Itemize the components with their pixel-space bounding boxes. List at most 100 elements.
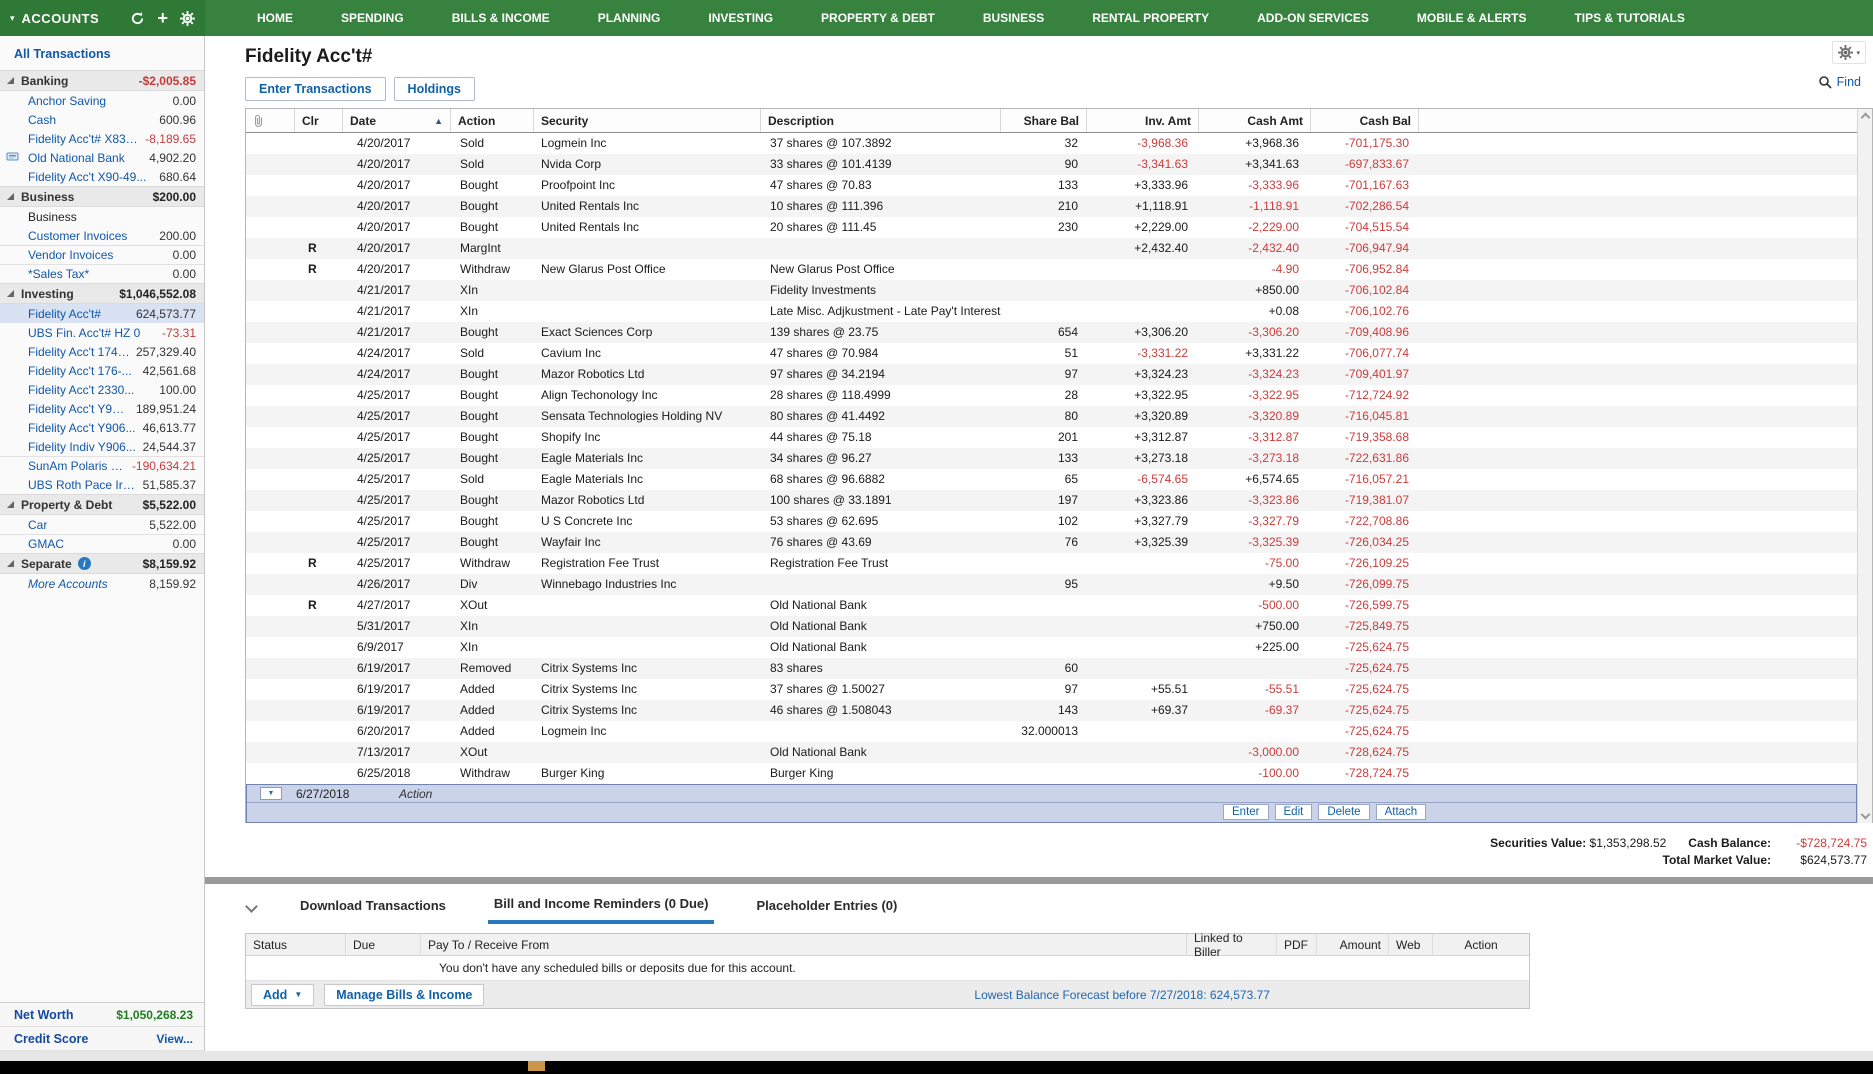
column-header-cash-bal[interactable]: Cash Bal — [1311, 109, 1419, 132]
attachment-column-header[interactable] — [246, 109, 295, 132]
sidebar-item-ubs-fin-acc-t-hz-0[interactable]: UBS Fin. Acc't# HZ 0-73.31 — [0, 323, 204, 342]
accounts-header[interactable]: ▾ ACCOUNTS + — [0, 0, 205, 36]
section-expand-icon[interactable] — [7, 560, 14, 567]
sidebar-item-vendor-invoices[interactable]: Vendor Invoices0.00 — [0, 245, 204, 264]
register-row[interactable]: 4/26/2017DivWinnebago Industries Inc95+9… — [246, 574, 1857, 595]
accounts-collapse-caret-icon[interactable]: ▾ — [10, 13, 15, 24]
nav-item-property-debt[interactable]: PROPERTY & DEBT — [821, 11, 935, 25]
column-header-cash-amt[interactable]: Cash Amt — [1199, 109, 1311, 132]
sidebar-item-fidelity-acc-t-x90-49[interactable]: Fidelity Acc't X90-49...680.64 — [0, 167, 204, 186]
account-actions-gear[interactable]: ▾ — [1832, 41, 1866, 64]
sidebar-item-car[interactable]: Car5,522.00 — [0, 515, 204, 534]
nav-item-bills-income[interactable]: BILLS & INCOME — [452, 11, 550, 25]
refresh-icon[interactable] — [130, 11, 145, 26]
section-expand-icon[interactable] — [7, 501, 14, 508]
tab-bill-and-income-reminders-0-due[interactable]: Bill and Income Reminders (0 Due) — [488, 893, 715, 924]
register-scrollbar[interactable] — [1857, 109, 1872, 823]
nav-item-rental-property[interactable]: RENTAL PROPERTY — [1092, 11, 1209, 25]
register-row[interactable]: 6/9/2017XInOld National Bank+225.00-725,… — [246, 637, 1857, 658]
column-header-clr[interactable]: Clr — [295, 109, 343, 132]
register-row[interactable]: 4/25/2017BoughtSensata Technologies Hold… — [246, 406, 1857, 427]
register-row[interactable]: R4/20/2017MargInt+2,432.40-2,432.40-706,… — [246, 238, 1857, 259]
register-row[interactable]: 4/24/2017SoldCavium Inc47 shares @ 70.98… — [246, 343, 1857, 364]
sidebar-item-cash[interactable]: Cash600.96 — [0, 110, 204, 129]
register-row[interactable]: 4/20/2017BoughtProofpoint Inc47 shares @… — [246, 175, 1857, 196]
net-worth-row[interactable]: Net Worth $1,050,268.23 — [0, 1003, 204, 1027]
nav-item-investing[interactable]: INVESTING — [708, 11, 773, 25]
sidebar-section-banking[interactable]: Banking-$2,005.85 — [0, 70, 204, 91]
scroll-down-icon[interactable] — [1860, 810, 1870, 820]
reminders-column-pdf[interactable]: PDF — [1277, 934, 1317, 955]
register-row[interactable]: 6/19/2017AddedCitrix Systems Inc37 share… — [246, 679, 1857, 700]
sidebar-item-sales-tax[interactable]: *Sales Tax*0.00 — [0, 264, 204, 283]
reminders-column-pay-to-receive-from[interactable]: Pay To / Receive From — [421, 934, 1187, 955]
register-row[interactable]: 7/13/2017XOutOld National Bank-3,000.00-… — [246, 742, 1857, 763]
entry-date-field[interactable]: 6/27/2018 — [282, 787, 390, 801]
add-account-icon[interactable]: + — [157, 9, 168, 27]
register-row[interactable]: 4/25/2017BoughtShopify Inc44 shares @ 75… — [246, 427, 1857, 448]
register-row[interactable]: 4/24/2017BoughtMazor Robotics Ltd97 shar… — [246, 364, 1857, 385]
nav-item-spending[interactable]: SPENDING — [341, 11, 404, 25]
sidebar-item-fidelity-indiv-y906[interactable]: Fidelity Indiv Y906...24,544.37 — [0, 437, 204, 456]
find-control[interactable]: Find — [1818, 75, 1861, 89]
column-header-action[interactable]: Action — [451, 109, 534, 132]
holdings-button[interactable]: Holdings — [394, 77, 475, 101]
register-row[interactable]: 4/25/2017BoughtWayfair Inc76 shares @ 43… — [246, 532, 1857, 553]
register-row[interactable]: 5/31/2017XInOld National Bank+750.00-725… — [246, 616, 1857, 637]
lowest-balance-forecast-link[interactable]: Lowest Balance Forecast before 7/27/2018… — [974, 988, 1270, 1002]
register-row[interactable]: 4/20/2017SoldLogmein Inc37 shares @ 107.… — [246, 133, 1857, 154]
reminders-column-status[interactable]: Status — [246, 934, 346, 955]
sidebar-item-more-accounts[interactable]: More Accounts8,159.92 — [0, 574, 204, 593]
tab-placeholder-entries-0[interactable]: Placeholder Entries (0) — [750, 895, 903, 922]
clr-dropdown[interactable]: ▼ — [260, 787, 282, 800]
sidebar-item-customer-invoices[interactable]: Customer Invoices200.00 — [0, 226, 204, 245]
register-row[interactable]: 4/25/2017BoughtU S Concrete Inc53 shares… — [246, 511, 1857, 532]
sidebar-section-investing[interactable]: Investing$1,046,552.08 — [0, 283, 204, 304]
manage-bills-button[interactable]: Manage Bills & Income — [324, 984, 484, 1006]
register-row[interactable]: 4/21/2017XInLate Misc. Adjkustment - Lat… — [246, 301, 1857, 322]
sidebar-item-old-national-bank[interactable]: Old National Bank4,902.20 — [0, 148, 204, 167]
sidebar-item-anchor-saving[interactable]: Anchor Saving0.00 — [0, 91, 204, 110]
sidebar-item-sunam-polaris-ii-p[interactable]: SunAm Polaris II P...-190,634.21 — [0, 456, 204, 475]
register-row[interactable]: 4/25/2017SoldEagle Materials Inc68 share… — [246, 469, 1857, 490]
reminders-column-due[interactable]: Due — [346, 934, 421, 955]
register-row[interactable]: 4/21/2017XInFidelity Investments+850.00-… — [246, 280, 1857, 301]
register-row[interactable]: 4/25/2017BoughtAlign Techonology Inc28 s… — [246, 385, 1857, 406]
sidebar-item-fidelity-acc-t-2330[interactable]: Fidelity Acc't 2330...100.00 — [0, 380, 204, 399]
credit-score-row[interactable]: Credit Score View... — [0, 1027, 204, 1051]
register-row[interactable]: 6/20/2017AddedLogmein Inc32.000013-725,6… — [246, 721, 1857, 742]
column-header-description[interactable]: Description — [761, 109, 1001, 132]
register-row[interactable]: 6/19/2017RemovedCitrix Systems Inc83 sha… — [246, 658, 1857, 679]
column-header-date[interactable]: Date▲ — [343, 109, 451, 132]
nav-item-business[interactable]: BUSINESS — [983, 11, 1044, 25]
column-header-inv-amt[interactable]: Inv. Amt — [1087, 109, 1199, 132]
panel-splitter[interactable] — [205, 877, 1873, 884]
info-icon[interactable]: i — [78, 557, 91, 570]
sidebar-item-ubs-roth-pace-ira[interactable]: UBS Roth Pace Ira ...51,585.37 — [0, 475, 204, 494]
sidebar-item-fidelity-acc-t[interactable]: Fidelity Acc't#624,573.77 — [0, 304, 204, 323]
sidebar-item-gmac[interactable]: GMAC0.00 — [0, 534, 204, 553]
sidebar-section-business[interactable]: Business$200.00 — [0, 186, 204, 207]
sidebar-item-fidelity-acc-t-174[interactable]: Fidelity Acc't 174-...257,329.40 — [0, 342, 204, 361]
edit-button[interactable]: Edit — [1275, 804, 1313, 820]
collapse-panel-icon[interactable] — [245, 900, 258, 913]
tab-download-transactions[interactable]: Download Transactions — [294, 895, 452, 922]
add-reminder-button[interactable]: Add ▼ — [251, 984, 314, 1006]
accounts-gear-icon[interactable] — [180, 11, 195, 26]
column-header-security[interactable]: Security — [534, 109, 761, 132]
reminders-column-action[interactable]: Action — [1433, 934, 1529, 955]
nav-item-tips-tutorials[interactable]: TIPS & TUTORIALS — [1574, 11, 1684, 25]
enter-transactions-button[interactable]: Enter Transactions — [245, 77, 386, 101]
register-row[interactable]: 4/25/2017BoughtEagle Materials Inc34 sha… — [246, 448, 1857, 469]
sidebar-item-fidelity-acc-t-y906[interactable]: Fidelity Acc't Y906...46,613.77 — [0, 418, 204, 437]
new-transaction-entry[interactable]: ▼ 6/27/2018 Action EnterEditDeleteAttach — [246, 784, 1857, 823]
register-row[interactable]: 6/25/2018WithdrawBurger KingBurger King-… — [246, 763, 1857, 784]
section-expand-icon[interactable] — [7, 193, 14, 200]
sort-ascending-icon[interactable]: ▲ — [428, 116, 443, 126]
credit-score-view-link[interactable]: View... — [156, 1032, 193, 1046]
nav-item-add-on-services[interactable]: ADD-ON SERVICES — [1257, 11, 1369, 25]
register-row[interactable]: R4/20/2017WithdrawNew Glarus Post Office… — [246, 259, 1857, 280]
entry-action-field[interactable]: Action — [390, 787, 473, 801]
register-row[interactable]: R4/25/2017WithdrawRegistration Fee Trust… — [246, 553, 1857, 574]
reminders-column-amount[interactable]: Amount — [1317, 934, 1389, 955]
